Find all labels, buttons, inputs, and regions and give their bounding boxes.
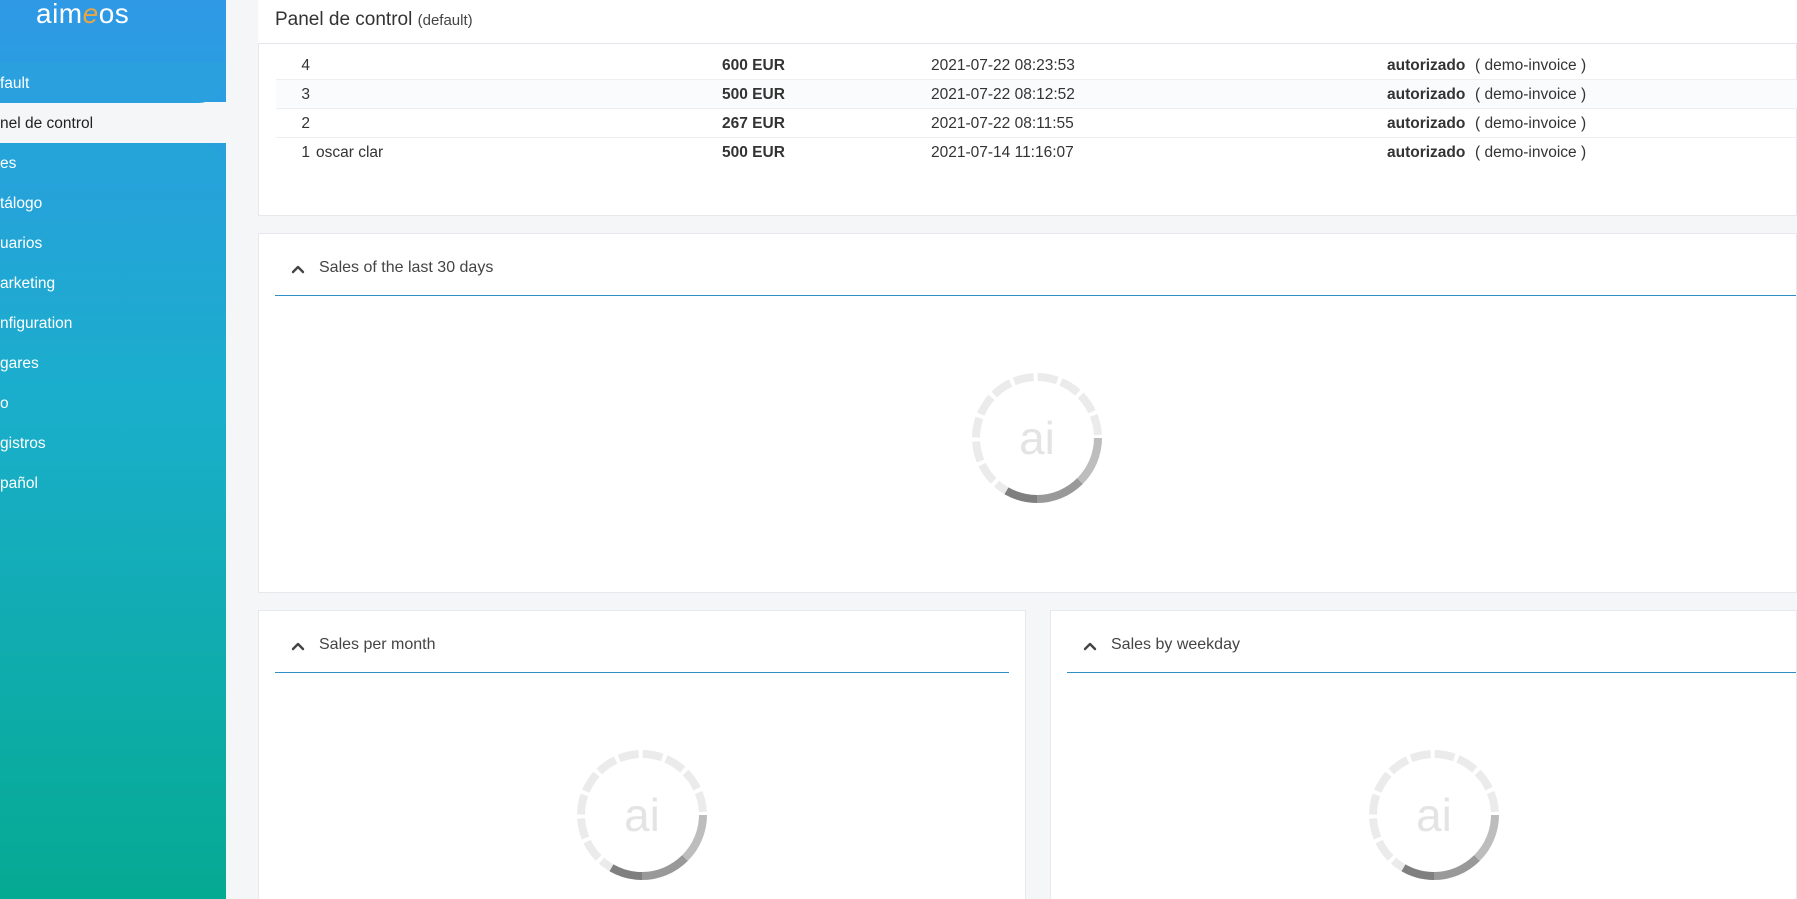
order-date: 2021-07-22 08:12:52	[931, 86, 1075, 103]
table-row[interactable]: 2 267 EUR 2021-07-22 08:11:55 autorizado…	[276, 109, 1797, 138]
sidebar-item-default[interactable]: fault	[0, 64, 226, 104]
sidebar-item-orders[interactable]: es	[0, 144, 226, 184]
card-header[interactable]: Sales per month	[275, 611, 1009, 673]
order-status: autorizado	[1387, 115, 1466, 132]
sidebar: aimeos fault nel de control es tálogo ua…	[0, 0, 226, 899]
order-service: ( demo-invoice )	[1475, 115, 1587, 132]
sidebar-item-label: pañol	[0, 475, 38, 492]
sidebar-item-users[interactable]: uarios	[0, 224, 226, 264]
sidebar-item-label: gares	[0, 355, 39, 372]
sidebar-item-label: nfiguration	[0, 315, 73, 332]
order-id: 1	[301, 144, 310, 161]
spinner-label: ai	[1416, 789, 1452, 841]
order-date: 2021-07-22 08:11:55	[931, 115, 1074, 132]
order-service: ( demo-invoice )	[1475, 144, 1587, 161]
aimeos-logo[interactable]: aimeos	[36, 0, 129, 32]
card-title: Sales of the last 30 days	[319, 259, 494, 276]
order-status: autorizado	[1387, 57, 1466, 74]
sales-per-month-card: Sales per month ai	[258, 610, 1026, 899]
table-row[interactable]: 1 oscar clar 500 EUR 2021-07-14 11:16:07…	[276, 138, 1797, 167]
loading-spinner-icon: ai	[1369, 750, 1499, 880]
sidebar-item-sites[interactable]: gares	[0, 344, 226, 384]
sidebar-item-logs[interactable]: gistros	[0, 424, 226, 464]
sales-by-weekday-card: Sales by weekday ai	[1050, 610, 1797, 899]
logo-text-suffix: os	[98, 0, 130, 29]
loading-spinner-icon: ai	[577, 750, 707, 880]
logo-text-prefix: aim	[36, 0, 83, 29]
chevron-up-icon[interactable]	[1083, 639, 1097, 653]
sidebar-item-marketing[interactable]: arketing	[0, 264, 226, 304]
order-price: 600 EUR	[722, 57, 785, 74]
order-id: 3	[301, 86, 310, 103]
logo-text-accent: e	[82, 0, 99, 29]
table-row[interactable]: 4 600 EUR 2021-07-22 08:23:53 autorizado…	[276, 51, 1797, 80]
table-row[interactable]: 3 500 EUR 2021-07-22 08:12:52 autorizado…	[276, 80, 1797, 109]
page-title-text: Panel de control	[275, 9, 413, 30]
page-header: Panel de control (default)	[258, 0, 1797, 44]
sidebar-item-dashboard[interactable]: nel de control	[0, 104, 226, 144]
card-header[interactable]: Sales by weekday	[1067, 611, 1796, 673]
order-customer: oscar clar	[316, 144, 384, 161]
sidebar-item-label: nel de control	[0, 115, 94, 132]
sidebar-item-info[interactable]: o	[0, 384, 226, 424]
sidebar-item-label: es	[0, 155, 17, 172]
sales-last-30-days-card: Sales of the last 30 days ai	[258, 233, 1797, 593]
order-service: ( demo-invoice )	[1475, 57, 1587, 74]
order-date: 2021-07-22 08:23:53	[931, 57, 1075, 74]
order-price: 500 EUR	[722, 144, 785, 161]
sidebar-item-label: o	[0, 395, 9, 412]
sidebar-item-configuration[interactable]: nfiguration	[0, 304, 226, 344]
latest-orders-card: 4 600 EUR 2021-07-22 08:23:53 autorizado…	[258, 44, 1797, 216]
card-header[interactable]: Sales of the last 30 days	[275, 234, 1796, 296]
card-title: Sales by weekday	[1111, 636, 1240, 653]
sidebar-item-catalog[interactable]: tálogo	[0, 184, 226, 224]
sidebar-item-label: fault	[0, 75, 30, 92]
order-id: 2	[301, 115, 310, 132]
page-title: Panel de control (default)	[275, 9, 473, 31]
site-label: (default)	[417, 12, 473, 29]
order-status: autorizado	[1387, 86, 1466, 103]
sidebar-item-label: gistros	[0, 435, 46, 452]
sidebar-item-language[interactable]: pañol	[0, 464, 226, 504]
sidebar-item-label: tálogo	[0, 195, 43, 212]
order-service: ( demo-invoice )	[1475, 86, 1587, 103]
chevron-up-icon[interactable]	[291, 262, 305, 276]
order-price: 500 EUR	[722, 86, 785, 103]
order-status: autorizado	[1387, 144, 1466, 161]
sidebar-item-label: arketing	[0, 275, 56, 292]
chevron-up-icon[interactable]	[291, 639, 305, 653]
order-id: 4	[301, 57, 310, 74]
sidebar-item-label: uarios	[0, 235, 43, 252]
spinner-label: ai	[624, 789, 660, 841]
loading-spinner-icon: ai	[972, 373, 1102, 503]
spinner-label: ai	[1019, 412, 1055, 464]
order-price: 267 EUR	[722, 115, 785, 132]
card-title: Sales per month	[319, 636, 436, 653]
order-date: 2021-07-14 11:16:07	[931, 144, 1074, 161]
